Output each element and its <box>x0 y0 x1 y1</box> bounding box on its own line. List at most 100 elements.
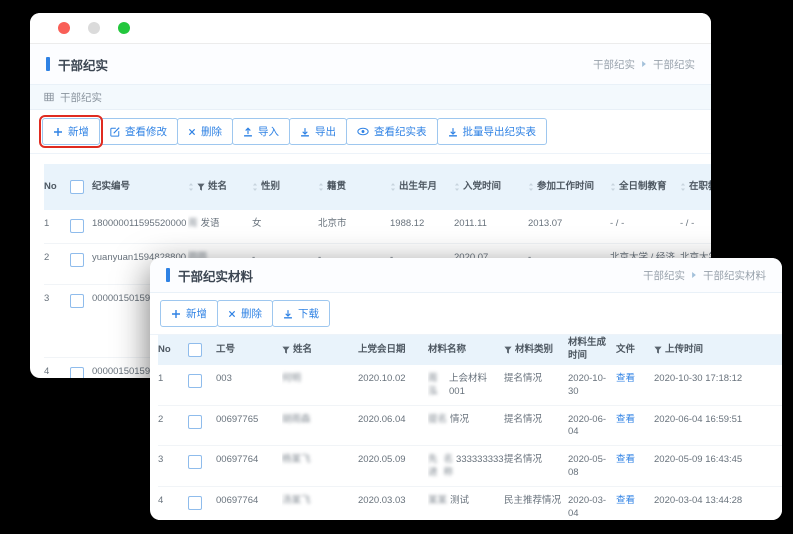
row-checkbox[interactable] <box>70 253 84 267</box>
row-checkbox[interactable] <box>188 455 202 469</box>
export-button[interactable]: 导出 <box>289 118 347 145</box>
view-file-link[interactable]: 查看 <box>616 414 635 427</box>
delete-button[interactable]: 删除 <box>177 118 233 145</box>
cell-cat: 提名情况 <box>504 365 568 405</box>
column-file: 文件 <box>616 335 654 365</box>
column-edu_job: 在职教育 <box>680 164 711 210</box>
cell-text: 周 <box>188 218 198 231</box>
page-header: 干部纪实 干部纪实干部纪实 <box>30 44 711 85</box>
column-mat: 材料名称 <box>428 335 504 365</box>
cell-cb <box>188 365 216 405</box>
cadre-materials-table: No工号姓名上党会日期材料名称材料类别材料生成时间文件上传时间1003何明202… <box>150 335 782 520</box>
row-checkbox[interactable] <box>188 496 202 510</box>
cell-emp: 003 <box>216 365 282 405</box>
breadcrumb-item[interactable]: 干部纪实材料 <box>703 268 766 283</box>
download-button[interactable]: 下载 <box>272 300 330 327</box>
minimize-window-dot[interactable] <box>88 22 100 34</box>
table-header-row: No工号姓名上党会日期材料名称材料类别材料生成时间文件上传时间 <box>158 335 782 365</box>
sort-icon[interactable] <box>252 182 258 192</box>
cell-text: 某某 <box>428 495 447 508</box>
select-all-checkbox[interactable] <box>188 343 202 357</box>
column-cb <box>188 335 216 365</box>
view-file-link[interactable]: 查看 <box>616 454 635 467</box>
table-subheader: 干部纪实 <box>30 85 711 110</box>
sort-icon[interactable] <box>454 182 460 192</box>
filter-icon[interactable] <box>504 346 512 354</box>
cell-birth: 1988.12 <box>390 210 454 243</box>
sort-icon[interactable] <box>528 182 534 192</box>
column-id: 纪实编号 <box>92 164 188 210</box>
cell-cb <box>188 406 216 446</box>
column-label: No <box>158 344 171 357</box>
view-file-link[interactable]: 查看 <box>616 495 635 508</box>
batch-export-record-table-button[interactable]: 批量导出纪实表 <box>437 118 548 145</box>
breadcrumb-item[interactable]: 干部纪实 <box>593 57 635 72</box>
breadcrumb-item[interactable]: 干部纪实 <box>653 57 695 72</box>
cell-mat: 周泓上会材料001 <box>428 365 504 405</box>
row-checkbox[interactable] <box>188 374 202 388</box>
column-party: 入党时间 <box>454 164 528 210</box>
add-button[interactable]: 新增 <box>160 300 218 327</box>
window-titlebar <box>30 13 711 44</box>
breadcrumb-item[interactable]: 干部纪实 <box>643 268 685 283</box>
download-icon <box>300 127 310 137</box>
delete-button[interactable]: 删除 <box>217 300 273 327</box>
download-icon <box>448 127 458 137</box>
import-button[interactable]: 导入 <box>232 118 290 145</box>
row-checkbox[interactable] <box>70 294 84 308</box>
cell-no: 4 <box>158 487 188 520</box>
cell-party: 2011.11 <box>454 210 528 243</box>
view-record-table-button[interactable]: 查看纪实表 <box>346 118 438 145</box>
edit-icon <box>110 127 120 137</box>
cell-cat: 民主推荐情况 <box>504 487 568 520</box>
table-row: 300697764杨某飞2020.05.09先进名称333333333333提名… <box>158 446 782 487</box>
sort-icon[interactable] <box>390 182 396 192</box>
column-label: 性别 <box>261 181 280 194</box>
plus-icon <box>53 127 63 137</box>
breadcrumb: 干部纪实 干部纪实材料 <box>643 268 766 283</box>
zoom-window-dot[interactable] <box>118 22 130 34</box>
row-checkbox[interactable] <box>70 367 84 378</box>
cadre-record-materials-panel: 干部纪实材料 干部纪实干部纪实材料 新增删除下载 No工号姓名上党会日期材料名称… <box>150 258 782 520</box>
add-button[interactable]: 新增 <box>42 118 100 145</box>
column-label: 材料名称 <box>428 344 466 357</box>
cell-name: 何明 <box>282 365 358 405</box>
row-checkbox[interactable] <box>70 219 84 233</box>
filter-icon[interactable] <box>197 183 205 191</box>
sort-icon[interactable] <box>610 182 616 192</box>
table-row: 1180000011595520000周发语女北京市1988.122011.11… <box>44 210 711 244</box>
cell-cat: 提名情况 <box>504 446 568 486</box>
button-label: 删除 <box>241 306 262 321</box>
cell-no: 3 <box>44 285 70 357</box>
cell-up: 2020-10-30 17:18:12 <box>654 365 772 405</box>
cell-work: 2013.07 <box>528 210 610 243</box>
cell-emp: 00697764 <box>216 487 282 520</box>
close-window-dot[interactable] <box>58 22 70 34</box>
filter-icon[interactable] <box>654 346 662 354</box>
sort-icon[interactable] <box>318 182 324 192</box>
column-no: No <box>44 164 70 210</box>
cell-text: 周泓 <box>428 373 446 399</box>
column-label: 全日制教育 <box>619 181 667 194</box>
view-edit-button[interactable]: 查看修改 <box>99 118 178 145</box>
filter-icon[interactable] <box>282 346 290 354</box>
cell-emp: 00697765 <box>216 406 282 446</box>
column-label: 参加工作时间 <box>537 181 594 194</box>
toolbar: 新增 删除下载 <box>150 293 782 335</box>
cell-no: 3 <box>158 446 188 486</box>
column-date: 上党会日期 <box>358 335 428 365</box>
view-file-link[interactable]: 查看 <box>616 373 635 386</box>
column-name: 姓名 <box>188 164 252 210</box>
sort-icon[interactable] <box>680 182 686 192</box>
cell-date: 2020.05.09 <box>358 446 428 486</box>
table-row: 200697765胡雨森2020.06.04提名情况提名情况2020-06-04… <box>158 406 782 447</box>
row-checkbox[interactable] <box>188 415 202 429</box>
cell-mat: 提名情况 <box>428 406 504 446</box>
sort-icon[interactable] <box>188 182 194 192</box>
cell-date: 2020.06.04 <box>358 406 428 446</box>
button-label: 删除 <box>201 124 222 139</box>
column-cat: 材料类别 <box>504 335 568 365</box>
select-all-checkbox[interactable] <box>70 180 84 194</box>
column-label: 姓名 <box>293 344 312 357</box>
cell-cb <box>188 446 216 486</box>
